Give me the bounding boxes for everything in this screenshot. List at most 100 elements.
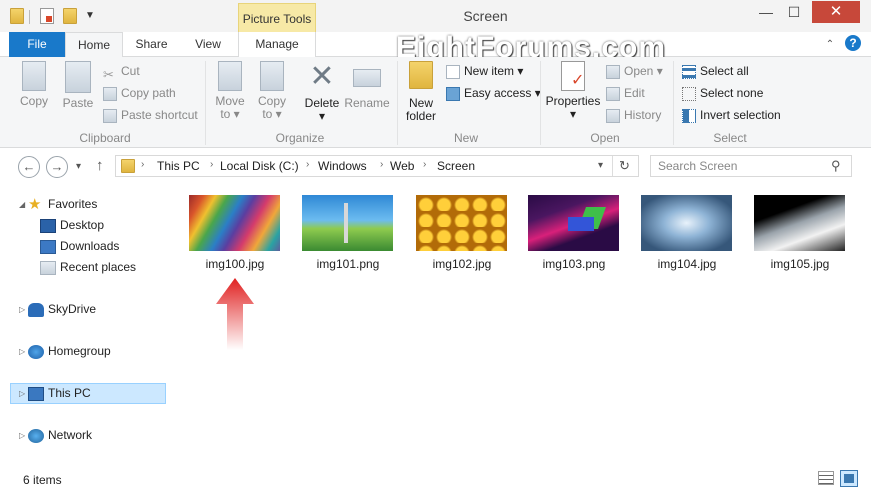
sidebar-item-recent-places[interactable]: Recent places [40,257,136,277]
breadcrumb-web[interactable]: Web [390,159,414,173]
search-icon[interactable]: ⚲ [831,158,841,174]
thumbnail-img105[interactable] [754,195,845,251]
copy-label: Copy [19,94,48,108]
search-placeholder: Search Screen [658,159,738,173]
sidebar-item-skydrive[interactable]: SkyDrive [28,299,96,319]
thumbnail-img100[interactable] [189,195,280,251]
maximize-button[interactable]: ☐ [780,1,808,23]
new-item-icon [446,64,460,79]
expand-homegroup-icon[interactable]: ▷ [19,347,25,356]
breadcrumb-separator: › [306,159,310,170]
cut-button[interactable]: ✂ Cut [103,61,140,82]
minimize-button[interactable]: — [752,1,780,23]
tab-file[interactable]: File [9,32,65,57]
paste-label: Paste [62,96,94,110]
ribbon-separator [540,61,541,145]
delete-x-icon: ✕ [309,60,335,93]
select-none-button[interactable]: Select none [682,83,763,103]
tab-view[interactable]: View [180,32,236,57]
edit-button[interactable]: Edit [606,83,645,103]
organize-group-label: Organize [275,131,325,145]
properties-button[interactable]: ✓ Properties ▾ [544,61,602,121]
new-folder-button[interactable]: New folder [402,61,440,123]
delete-button[interactable]: ✕ Delete ▾ [300,61,344,123]
breadcrumb-this-pc[interactable]: This PC [157,159,200,173]
new-group-label: New [453,131,478,145]
computer-icon [28,386,44,401]
breadcrumb-windows[interactable]: Windows [318,159,367,173]
expand-this-pc-icon[interactable]: ▷ [19,389,25,398]
invert-selection-icon [682,108,696,123]
paste-shortcut-button[interactable]: Paste shortcut [103,105,198,125]
file-name[interactable]: img101.png [292,257,404,271]
select-all-button[interactable]: Select all [682,61,749,81]
address-bar[interactable]: › This PC › Local Disk (C:) › Windows › … [115,155,639,177]
tab-share[interactable]: Share [123,32,180,57]
rename-button[interactable]: Rename [344,61,390,110]
tab-manage[interactable]: Manage [238,32,316,57]
recent-locations-button[interactable]: ▾ [76,161,81,172]
sidebar-item-favorites[interactable]: ★ Favorites [28,194,97,214]
select-none-icon [682,86,696,101]
select-all-icon [682,64,696,79]
expand-favorites-icon[interactable]: ◢ [19,200,25,209]
status-bar: 6 items [0,468,871,499]
open-button[interactable]: Open ▾ [606,61,663,81]
thumbnail-img102[interactable] [416,195,507,251]
back-button[interactable]: ← [18,156,40,178]
sidebar-item-desktop[interactable]: Desktop [40,215,104,235]
window-title: Screen [463,8,508,24]
expand-network-icon[interactable]: ▷ [19,431,25,440]
forward-button[interactable]: → [46,156,68,178]
thumbnail-img101[interactable] [302,195,393,251]
sidebar-item-this-pc[interactable]: This PC [28,383,91,403]
file-name[interactable]: img100.jpg [179,257,291,271]
large-icons-view-icon[interactable] [840,470,858,487]
network-icon [28,428,44,443]
breadcrumb-screen[interactable]: Screen [437,159,475,173]
sidebar-item-downloads[interactable]: Downloads [40,236,119,256]
help-icon[interactable]: ? [845,35,861,51]
tab-home[interactable]: Home [65,32,123,58]
paste-button[interactable]: Paste [58,61,98,110]
file-name[interactable]: img104.jpg [631,257,743,271]
open-icon [606,64,620,79]
copy-to-button[interactable]: Copy to ▾ [252,61,292,121]
invert-selection-button[interactable]: Invert selection [682,105,781,125]
thumbnail-img104[interactable] [641,195,732,251]
breadcrumb-separator: › [141,159,145,170]
thumbnail-img103[interactable] [528,195,619,251]
file-name[interactable]: img102.jpg [406,257,518,271]
sidebar-item-homegroup[interactable]: Homegroup [28,341,111,361]
copy-button[interactable]: Copy [14,61,54,108]
open-group-label: Open [590,131,620,145]
ribbon-separator [205,61,206,145]
homegroup-icon [28,344,44,359]
move-to-button[interactable]: Move to ▾ [210,61,250,121]
up-button[interactable]: ↑ [96,157,104,174]
details-view-icon[interactable] [818,471,834,485]
address-dropdown-icon[interactable]: ▾ [598,160,603,171]
breadcrumb-separator: › [380,159,384,170]
close-button[interactable]: ✕ [812,1,860,23]
easy-access-button[interactable]: Easy access ▾ [446,83,541,103]
copy-path-button[interactable]: Copy path [103,83,176,103]
sidebar-item-network[interactable]: Network [28,425,92,445]
clipboard-group-label: Clipboard [79,131,131,145]
breadcrumb-local-disk[interactable]: Local Disk (C:) [220,159,299,173]
file-name[interactable]: img103.png [518,257,630,271]
easy-access-icon [446,86,460,101]
paste-shortcut-icon [103,108,117,123]
refresh-icon[interactable]: ↻ [619,158,630,174]
history-button[interactable]: History [606,105,661,125]
search-input[interactable]: Search Screen ⚲ [650,155,852,177]
breadcrumb-separator: › [210,159,214,170]
move-to-icon [218,61,242,91]
file-name[interactable]: img105.jpg [744,257,856,271]
minimize-ribbon-icon[interactable]: ⌃ [824,39,836,51]
star-icon: ★ [28,195,42,213]
expand-skydrive-icon[interactable]: ▷ [19,305,25,314]
copy-to-icon [260,61,284,91]
new-item-button[interactable]: New item ▾ [446,61,523,81]
clipboard-icon [65,61,91,93]
